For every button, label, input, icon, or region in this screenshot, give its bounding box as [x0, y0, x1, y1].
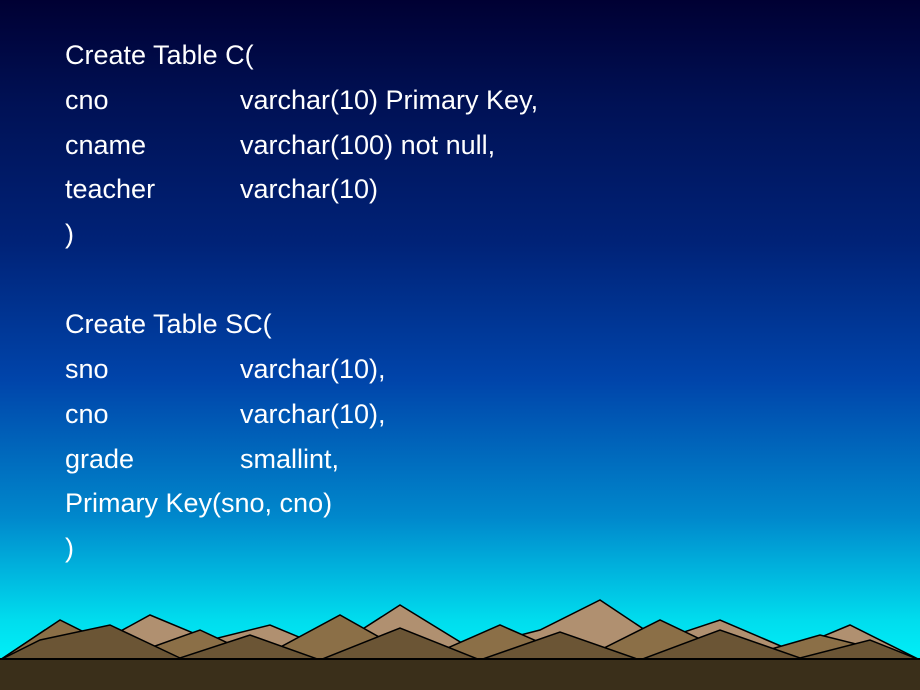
column-def: varchar(10): [240, 174, 378, 204]
column-name: sno: [65, 347, 240, 392]
mountains-decoration: [0, 570, 920, 690]
column-name: cno: [65, 78, 240, 123]
column-name: grade: [65, 437, 240, 482]
code-line: cnovarchar(10) Primary Key,: [65, 78, 538, 123]
code-line: Create Table C(: [65, 33, 538, 78]
code-line: cnovarchar(10),: [65, 392, 538, 437]
code-line: snovarchar(10),: [65, 347, 538, 392]
column-def: varchar(100) not null,: [240, 130, 495, 160]
column-def: smallint,: [240, 444, 339, 474]
slide-container: Create Table C( cnovarchar(10) Primary K…: [0, 0, 920, 690]
code-line: Create Table SC(: [65, 302, 538, 347]
column-def: varchar(10),: [240, 354, 386, 384]
column-name: cname: [65, 123, 240, 168]
code-line: teachervarchar(10): [65, 167, 538, 212]
code-line: ): [65, 526, 538, 571]
code-line: Primary Key(sno, cno): [65, 481, 538, 526]
blank-line: [65, 257, 538, 302]
code-line: ): [65, 212, 538, 257]
code-content: Create Table C( cnovarchar(10) Primary K…: [65, 33, 538, 571]
column-name: teacher: [65, 167, 240, 212]
code-line: cnamevarchar(100) not null,: [65, 123, 538, 168]
column-def: varchar(10) Primary Key,: [240, 85, 538, 115]
column-def: varchar(10),: [240, 399, 386, 429]
code-line: gradesmallint,: [65, 437, 538, 482]
column-name: cno: [65, 392, 240, 437]
